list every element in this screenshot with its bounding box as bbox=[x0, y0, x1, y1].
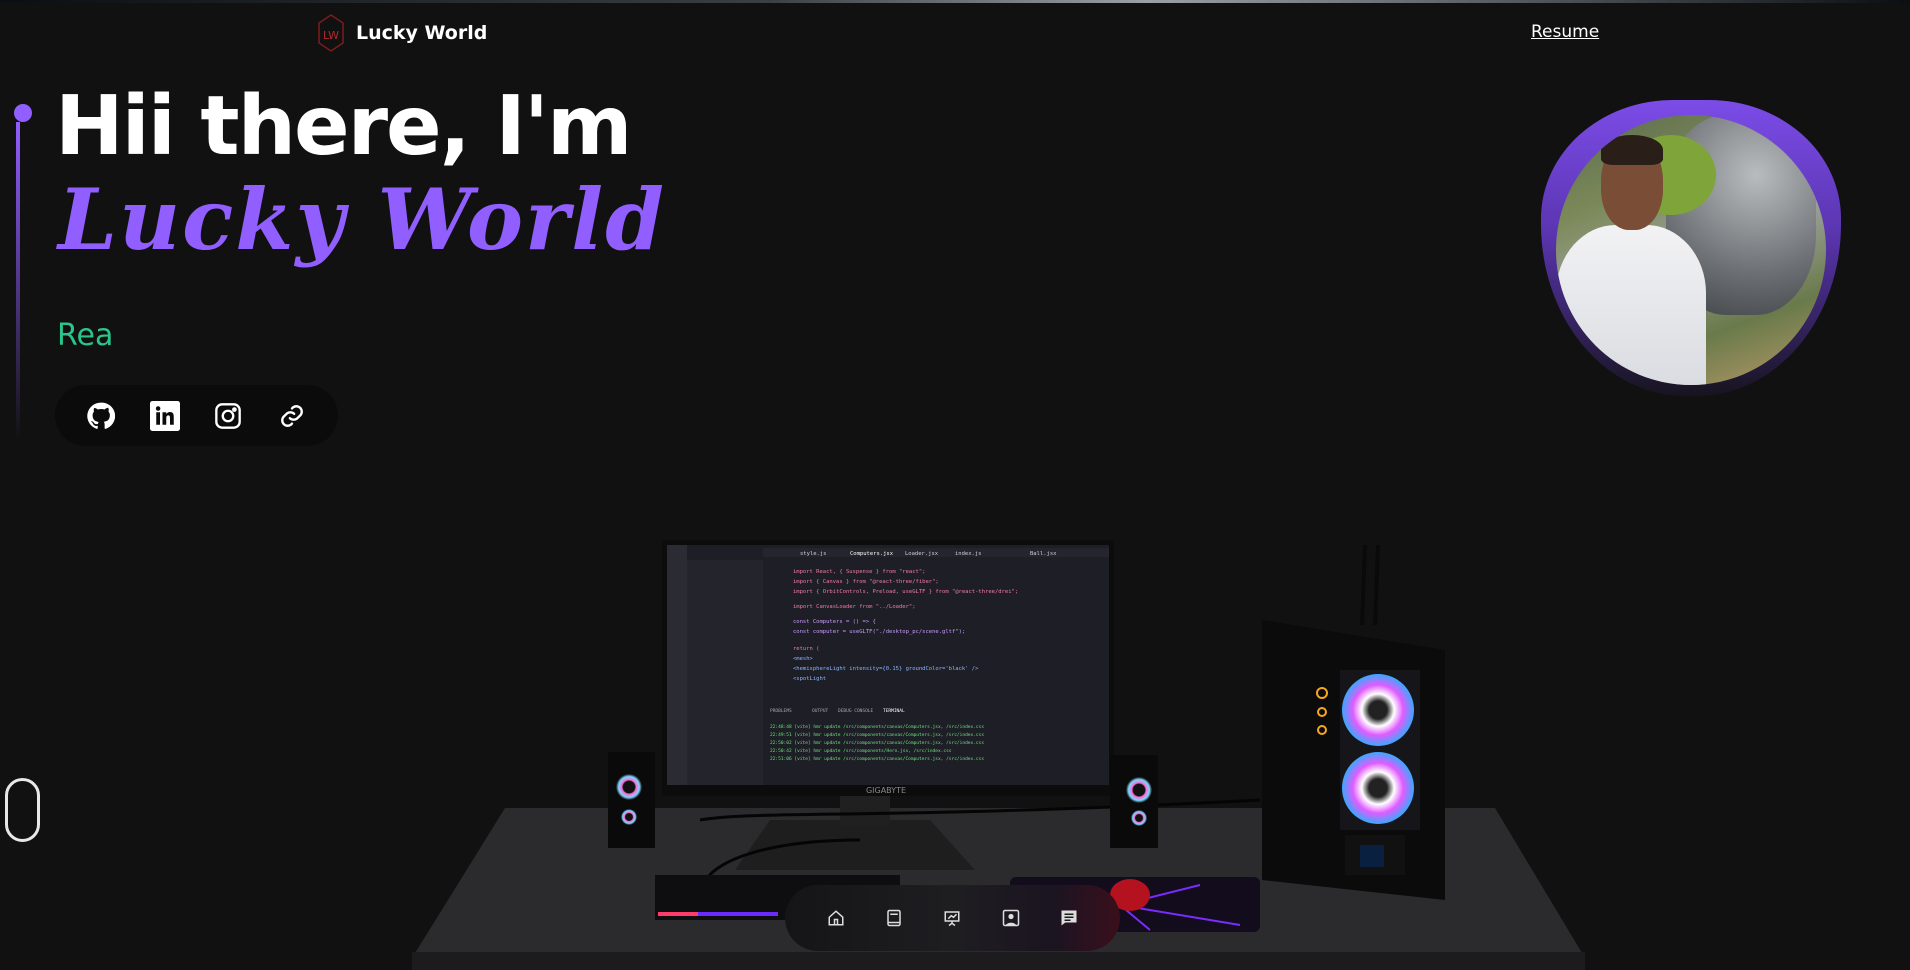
svg-text:return (: return ( bbox=[793, 646, 820, 652]
svg-text:Ball.jsx: Ball.jsx bbox=[1030, 551, 1057, 557]
svg-text:DEBUG CONSOLE: DEBUG CONSOLE bbox=[838, 708, 874, 714]
svg-text:TERMINAL: TERMINAL bbox=[883, 708, 905, 714]
monitor bbox=[662, 540, 1114, 796]
bottom-navigation bbox=[785, 885, 1120, 951]
monitor-screen bbox=[667, 545, 1109, 785]
profile-photo bbox=[1556, 115, 1826, 385]
svg-text:const computer = useGLTF("./de: const computer = useGLTF("./desktop_pc/s… bbox=[793, 629, 965, 635]
svg-text:<mesh>: <mesh> bbox=[793, 656, 814, 662]
svg-text:OUTPUT: OUTPUT bbox=[812, 708, 829, 714]
svg-text:LW: LW bbox=[323, 29, 339, 42]
svg-text:GIGABYTE: GIGABYTE bbox=[866, 786, 906, 795]
timeline-dot bbox=[14, 104, 32, 122]
scroll-indicator[interactable] bbox=[5, 778, 40, 842]
message-icon[interactable] bbox=[1057, 906, 1081, 930]
profile-photo-frame bbox=[1541, 100, 1841, 396]
social-links bbox=[55, 385, 338, 446]
svg-text:import React, { Suspense } fro: import React, { Suspense } from "react"; bbox=[793, 569, 925, 575]
typed-role-text: Rea bbox=[57, 318, 114, 353]
left-speaker bbox=[608, 752, 655, 848]
svg-text:22:50:02 [vite] hmr update /sr: 22:50:02 [vite] hmr update /src/componen… bbox=[770, 740, 984, 746]
svg-text:22:50:42 [vite] hmr update /sr: 22:50:42 [vite] hmr update /src/componen… bbox=[770, 748, 952, 754]
contact-card-icon[interactable] bbox=[999, 906, 1023, 930]
svg-text:const Computers = () => {: const Computers = () => { bbox=[793, 619, 876, 625]
svg-text:PROBLEMS: PROBLEMS bbox=[770, 708, 792, 714]
svg-text:<hemisphereLight intensity={0.: <hemisphereLight intensity={0.15} ground… bbox=[793, 666, 979, 672]
svg-text:22:51:06 [vite] hmr update /sr: 22:51:06 [vite] hmr update /src/componen… bbox=[770, 756, 984, 762]
instagram-icon[interactable] bbox=[213, 401, 243, 431]
svg-text:Loader.jsx: Loader.jsx bbox=[905, 551, 939, 557]
presentation-icon[interactable] bbox=[940, 906, 964, 930]
svg-text:import { Canvas } from "@react: import { Canvas } from "@react-three/fib… bbox=[793, 579, 939, 585]
svg-text:22:49:51 [vite] hmr update /sr: 22:49:51 [vite] hmr update /src/componen… bbox=[770, 732, 984, 738]
lw-logo-icon[interactable]: LW bbox=[318, 14, 344, 52]
svg-text:<spotLight: <spotLight bbox=[793, 676, 826, 682]
svg-text:import { OrbitControls, Preloa: import { OrbitControls, Preload, useGLTF… bbox=[793, 589, 1018, 595]
resume-link[interactable]: Resume bbox=[1531, 22, 1599, 42]
right-speaker bbox=[1110, 755, 1158, 848]
svg-text:index.js: index.js bbox=[955, 551, 982, 557]
svg-text:import CanvasLoader from "../L: import CanvasLoader from "../Loader"; bbox=[793, 604, 916, 610]
svg-text:style.js: style.js bbox=[800, 551, 827, 557]
svg-text:Computers.jsx: Computers.jsx bbox=[850, 551, 894, 557]
brand-name[interactable]: Lucky World bbox=[356, 22, 487, 44]
linkedin-icon[interactable] bbox=[149, 400, 180, 431]
hero-greeting: Hii there, I'm bbox=[55, 79, 632, 174]
home-icon[interactable] bbox=[824, 906, 848, 930]
timeline-line bbox=[16, 122, 20, 442]
hero-name: Lucky World bbox=[58, 170, 666, 269]
browser-top-edge bbox=[0, 0, 1910, 3]
github-icon[interactable] bbox=[86, 401, 116, 431]
book-icon[interactable] bbox=[882, 906, 906, 930]
svg-text:22:48:48 [vite] hmr update /sr: 22:48:48 [vite] hmr update /src/componen… bbox=[770, 724, 984, 730]
link-icon[interactable] bbox=[277, 401, 307, 431]
pc-tower bbox=[1262, 620, 1445, 900]
monitor-stand bbox=[735, 820, 975, 870]
